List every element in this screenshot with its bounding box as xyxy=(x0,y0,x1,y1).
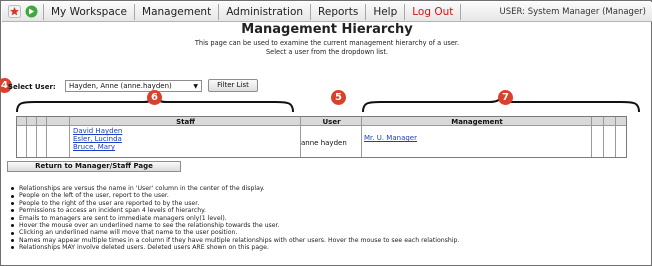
page-instruction: Select a user from the dropdown list. xyxy=(265,48,389,56)
go-icon[interactable] xyxy=(25,5,38,18)
management-column-header: Management xyxy=(451,118,503,126)
nav-divider xyxy=(218,3,220,20)
callout-badge-5: 5 xyxy=(331,90,346,105)
list-item: Hover the mouse over an underlined name … xyxy=(9,222,649,229)
star-icon[interactable] xyxy=(8,5,21,18)
select-user-label: Select User: xyxy=(8,83,56,91)
callout-badge-7: 7 xyxy=(498,90,513,105)
management-spacer-cell xyxy=(604,117,616,157)
nav-divider xyxy=(43,3,44,20)
top-nav-bar: My Workspace Management Administration R… xyxy=(2,2,652,22)
staff-spacer-cell xyxy=(37,117,47,157)
nav-reports[interactable]: Reports xyxy=(315,6,361,18)
staff-spacer-cell xyxy=(47,117,70,157)
list-item: Names may appear multiple times in a col… xyxy=(9,237,649,244)
list-item: People to the right of the user are repo… xyxy=(9,200,649,207)
user-select-dropdown[interactable]: Hayden, Anne (anne.hayden) ▼ xyxy=(65,80,202,92)
current-user-label: USER: System Manager (Manager) xyxy=(499,7,646,17)
staff-spacer-cell xyxy=(17,117,27,157)
user-column-header: User xyxy=(322,118,341,126)
nav-log-out[interactable]: Log Out xyxy=(409,6,456,18)
nav-administration[interactable]: Administration xyxy=(223,6,306,18)
staff-column-header: Staff xyxy=(176,118,195,126)
nav-divider xyxy=(404,3,406,20)
list-item: Relationships MAY involve deleted users.… xyxy=(9,244,649,251)
page-description: This page can be used to examine the cur… xyxy=(194,39,460,47)
management-link[interactable]: Mr. U. Manager xyxy=(364,134,417,142)
nav-my-workspace[interactable]: My Workspace xyxy=(48,6,130,18)
help-notes-list: Relationships are versus the name in 'Us… xyxy=(9,185,649,252)
callout-badge-6: 6 xyxy=(147,90,162,105)
hierarchy-table: Staff User Management David Hayden Esler… xyxy=(16,116,627,158)
nav-divider xyxy=(365,3,367,20)
nav-help[interactable]: Help xyxy=(370,6,400,18)
management-spacer-cell xyxy=(616,117,627,157)
page-title: Management Hierarchy xyxy=(241,22,413,37)
nav-divider xyxy=(134,3,136,20)
list-item: Relationships are versus the name in 'Us… xyxy=(9,185,649,192)
nav-divider xyxy=(310,3,312,20)
selected-user-value: Hayden, Anne (anne.hayden) xyxy=(69,82,172,90)
return-to-manager-staff-button[interactable]: Return to Manager/Staff Page xyxy=(7,161,181,172)
page-frame: My Workspace Management Administration R… xyxy=(0,0,652,266)
staff-spacer-cell xyxy=(27,117,37,157)
list-item: Emails to managers are sent to immediate… xyxy=(9,215,649,222)
list-item: People on the left of the user, report t… xyxy=(9,192,649,199)
nav-divider xyxy=(460,3,462,20)
management-spacer-cell xyxy=(592,117,604,157)
staff-link[interactable]: Esler, Lucinda xyxy=(73,135,122,143)
current-user-name: anne hayden xyxy=(301,139,347,147)
nav-management[interactable]: Management xyxy=(139,6,214,18)
list-item: Clicking an underlined name will move th… xyxy=(9,229,649,236)
staff-link[interactable]: David Hayden xyxy=(73,127,122,135)
filter-list-button[interactable]: Filter List xyxy=(208,79,258,92)
list-item: Permissions to access an incident span 4… xyxy=(9,207,649,214)
chevron-down-icon: ▼ xyxy=(193,83,198,90)
staff-link[interactable]: Bruce, Mary xyxy=(73,143,115,151)
